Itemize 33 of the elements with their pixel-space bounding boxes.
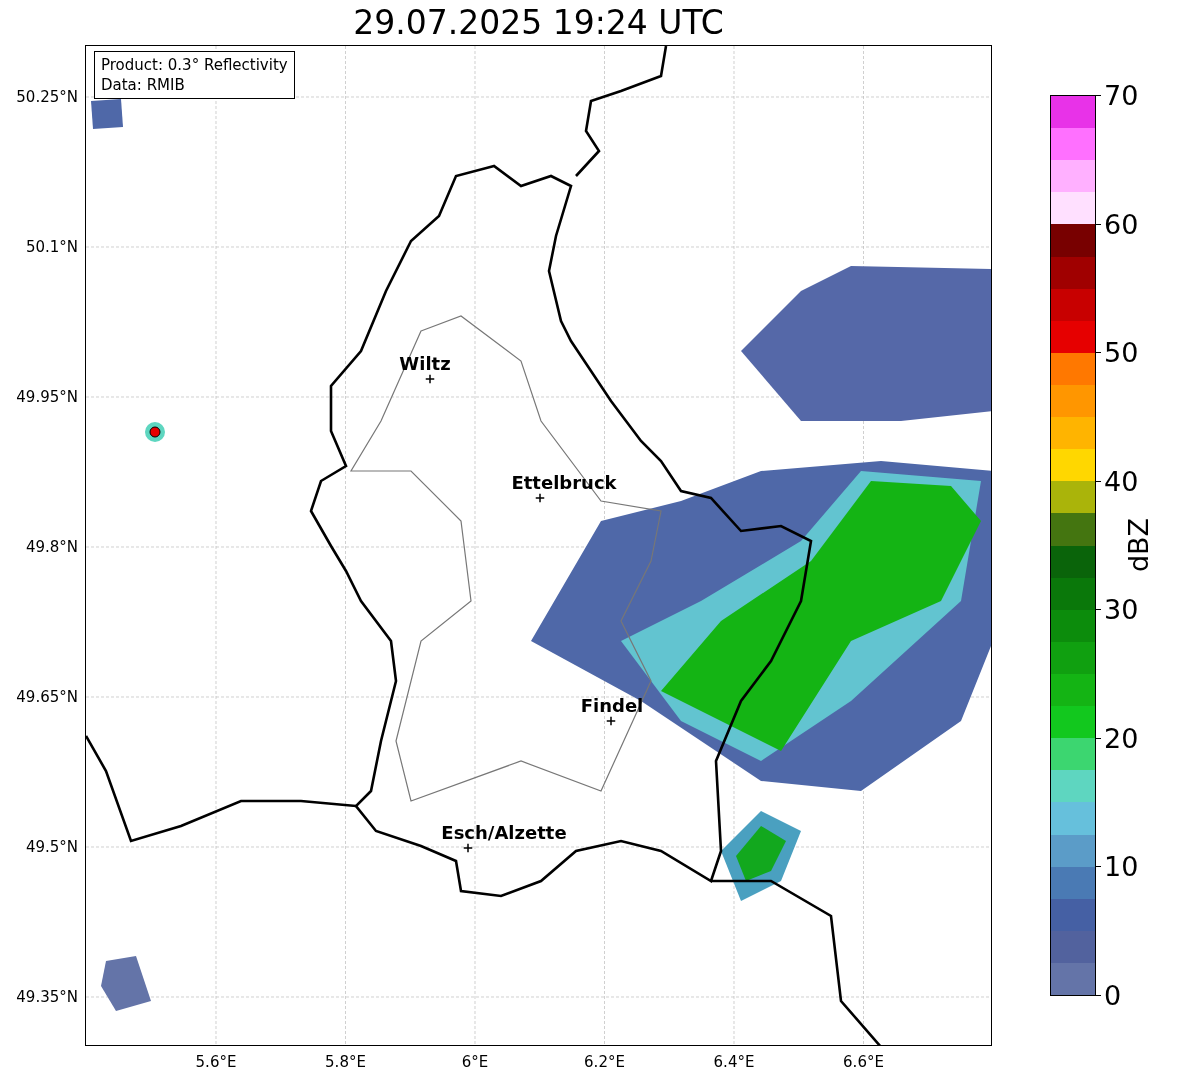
latitude-label: 49.35°N [16, 988, 78, 1006]
longitude-label: 5.6°E [195, 1053, 237, 1071]
longitude-label: 6°E [461, 1053, 489, 1071]
city-label: Wiltz [399, 352, 451, 374]
city-marker-icon [463, 843, 473, 853]
city-marker-icon [425, 374, 435, 384]
latitude-label: 49.95°N [16, 388, 78, 406]
info-text: Data: RMIB [101, 75, 186, 95]
scale-label: 70 [1104, 79, 1139, 111]
city-marker-icon [606, 716, 616, 726]
scale-label: 40 [1104, 465, 1139, 497]
city-marker-icon [535, 493, 545, 503]
city-label: Findel [580, 694, 644, 716]
scale-unit-label: dBZ [1122, 517, 1154, 573]
scale-label: 60 [1104, 208, 1139, 240]
latitude-label: 49.8°N [25, 538, 78, 556]
scale-label: 10 [1104, 850, 1139, 882]
city-label: Esch/Alzette [441, 821, 567, 843]
longitude-label: 6.2°E [584, 1053, 625, 1071]
latitude-label: 50.25°N [16, 88, 78, 106]
scale-label: 30 [1104, 593, 1139, 625]
latitude-label: 49.5°N [25, 838, 78, 856]
latitude-label: 49.65°N [16, 688, 78, 706]
chart-title: 29.07.2025 19:24 UTC [352, 2, 725, 44]
longitude-label: 6.4°E [713, 1053, 755, 1071]
city-label: Ettelbruck [511, 471, 617, 493]
longitude-label: 6.6°E [843, 1053, 884, 1071]
scale-label: 50 [1104, 336, 1139, 368]
scale-label: 20 [1104, 722, 1139, 754]
info-text: Product: 0.3° Reflectivity [101, 55, 288, 75]
longitude-label: 5.8°E [325, 1053, 366, 1071]
scale-label: 0 [1104, 979, 1122, 1011]
latitude-label: 50.1°N [25, 238, 78, 256]
